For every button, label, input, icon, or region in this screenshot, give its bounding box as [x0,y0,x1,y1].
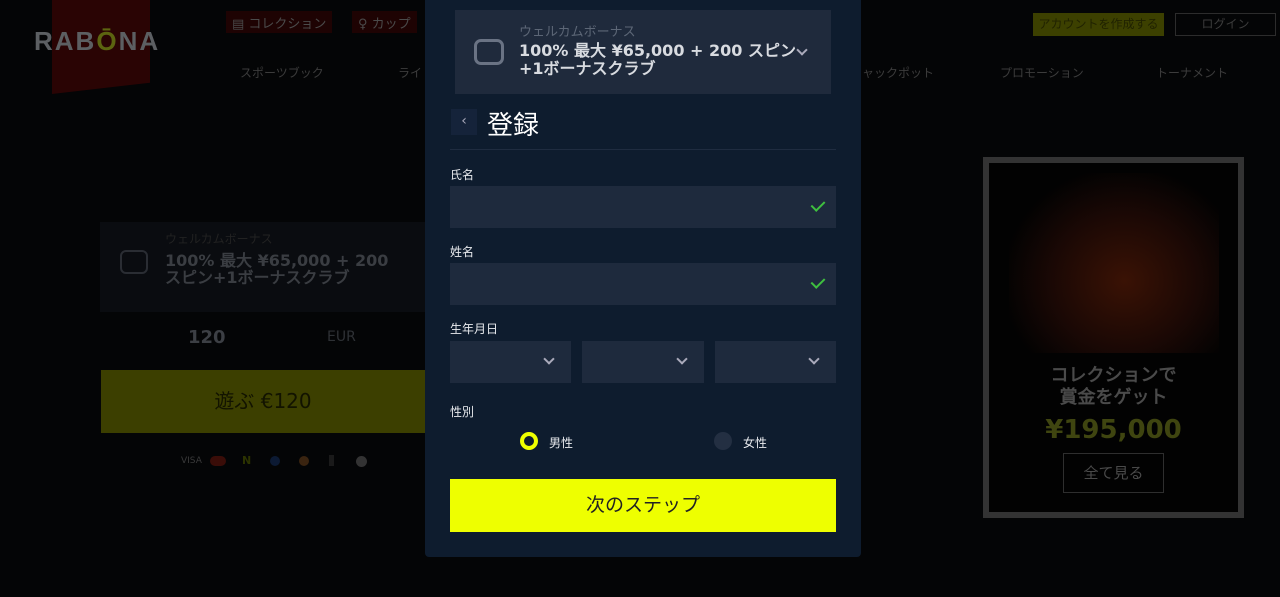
promo-amount: ¥195,000 [1045,415,1182,445]
gender-label: 性別 [450,405,475,419]
ethereum-icon [329,455,334,466]
logo[interactable]: RABŌNA [34,26,160,57]
background-bonus-selector[interactable]: ウェルカムボーナス 100% 最大 ¥65,000 + 200 スピン+1ボーナ… [100,222,425,312]
create-account-button[interactable]: アカウントを作成する [1033,13,1164,36]
last-name-label: 姓名 [450,245,475,259]
currency-select[interactable]: EUR [327,329,356,345]
bonus-title: 100% 最大 ¥65,000 + 200 スピン+1ボーナスクラブ [519,41,796,78]
page-title: 登録 [487,111,540,141]
nav-promotions[interactable]: プロモーション [1000,64,1084,81]
bonus-title: 100% 最大 ¥65,000 + 200 スピン+1ボーナスクラブ [165,251,389,287]
welcome-bonus-selector[interactable]: ウェルカムボーナス 100% 最大 ¥65,000 + 200 スピン +1ボーナ… [455,10,831,94]
slot-machine-icon [120,250,148,274]
last-name-input[interactable] [450,263,836,305]
deposit-amount[interactable]: 120 [188,327,226,348]
coin-icon [299,456,309,466]
slot-machine-icon [474,39,504,65]
next-step-button[interactable]: 次のステップ [450,479,836,532]
first-name-label: 氏名 [450,168,475,182]
gender-male-label: 男性 [549,436,574,450]
tab-label: コレクション [248,17,327,32]
first-name-input[interactable] [450,186,836,228]
gender-female-label: 女性 [743,436,768,450]
nav-sportsbook[interactable]: スポーツブック [240,64,324,81]
divider [450,149,836,150]
nav-jackpot[interactable]: ャックポット [862,64,934,81]
dob-day-select[interactable] [450,341,571,383]
neteller-icon: N [242,454,252,467]
gender-female-radio[interactable] [714,432,732,450]
nav-tournaments[interactable]: トーナメント [1156,64,1228,81]
back-button[interactable]: ‹ [451,109,477,135]
check-icon [810,274,826,289]
dob-month-select[interactable] [582,341,704,383]
check-icon [810,197,826,212]
collection-promo-card: コレクションで 賞金をゲット ¥195,000 全て見る [983,157,1244,518]
play-button[interactable]: 遊ぶ €120 [101,370,425,433]
dob-label: 生年月日 [450,322,499,336]
promo-title: 賞金をゲット [1059,387,1168,408]
tab-collection[interactable]: ▤ コレクション [226,11,333,33]
chevron-down-icon [808,353,820,365]
bonus-subtitle: ウェルカムボーナス [165,232,273,246]
promo-title: コレクションで [1050,365,1177,386]
litecoin-icon [356,456,367,467]
chevron-down-icon [543,353,555,365]
chevron-down-icon [676,353,688,365]
chevron-down-icon [796,44,808,56]
login-button[interactable]: ログイン [1175,13,1276,36]
nav-live[interactable]: ライ [398,64,422,81]
dob-year-select[interactable] [715,341,836,383]
gender-male-radio[interactable] [520,432,538,450]
football-players-image [1009,173,1219,353]
ripple-icon [270,456,280,466]
visa-icon: VISA [181,456,202,466]
tab-label: カップ [371,17,411,32]
mastercard-icon [210,456,226,466]
view-all-button[interactable]: 全て見る [1063,453,1164,493]
tab-cup[interactable]: ♀ カップ [352,11,417,33]
bonus-subtitle: ウェルカムボーナス [519,25,636,40]
